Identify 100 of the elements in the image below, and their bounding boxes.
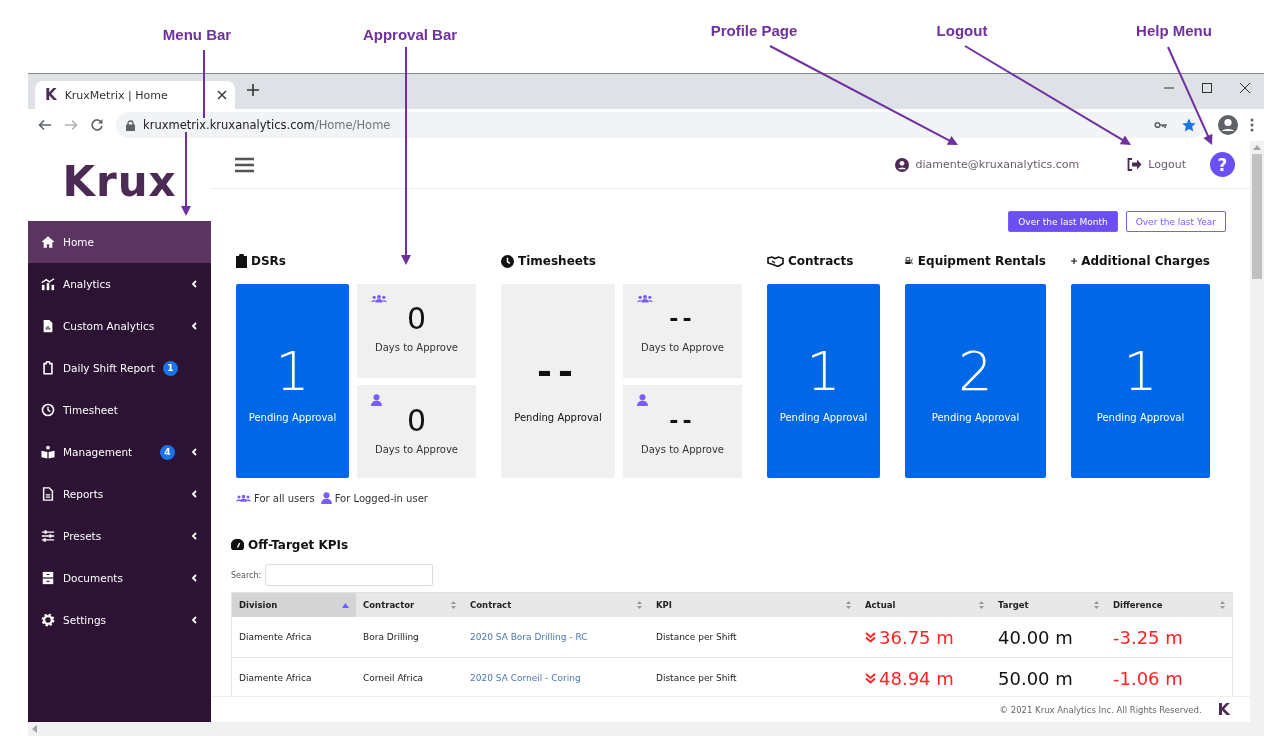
table-cell-text: Diamente Africa — [238, 673, 313, 683]
sidebar-item[interactable]: Reports — [28, 473, 211, 515]
column-header[interactable]: Difference — [1106, 593, 1232, 617]
card-label: Pending Approval — [1096, 412, 1185, 423]
app-logo: Krux — [62, 156, 177, 206]
section-title: Timesheets — [518, 254, 596, 268]
clipboard-icon — [236, 254, 247, 268]
chart-icon — [41, 277, 55, 291]
pending-count: 1 — [275, 342, 310, 402]
address-bar[interactable]: kruxmetrix.kruxanalytics.com/Home/Home — [116, 112, 1206, 138]
clipboard-icon — [41, 361, 55, 375]
users-icon — [236, 493, 251, 503]
home-icon — [41, 235, 55, 249]
legend-label: For Logged-in user — [334, 492, 428, 504]
section-title: Contracts — [788, 254, 854, 268]
profile-link[interactable]: diamente@kruxanalytics.com — [895, 157, 1080, 172]
user-circle-icon — [895, 157, 910, 172]
menu-icon[interactable] — [235, 156, 254, 173]
sidebar-item[interactable]: Presets — [28, 515, 211, 557]
period-button[interactable]: Over the last Month — [1008, 211, 1118, 232]
approval-card[interactable]: 1 Pending Approval — [236, 284, 349, 478]
period-button[interactable]: Over the last Year — [1125, 211, 1226, 232]
book-icon — [41, 445, 55, 459]
sidebar-item[interactable]: Management 4 — [28, 431, 211, 473]
sidebar-item[interactable]: Home — [28, 221, 211, 263]
actual-value: 36.75 m — [879, 626, 954, 648]
maximize-icon — [1202, 83, 1212, 93]
clock-icon — [501, 254, 514, 268]
sort-icon — [451, 601, 456, 609]
actual-value: 48.94 m — [879, 667, 954, 689]
approval-card[interactable]: 1 Pending Approval — [767, 284, 880, 478]
document-icon — [41, 319, 55, 333]
days-value: 0 — [406, 403, 427, 438]
sort-icon — [979, 601, 984, 609]
sidebar-item[interactable]: Documents — [28, 557, 211, 599]
approval-card[interactable]: 1 Pending Approval — [1071, 284, 1210, 478]
search-field[interactable] — [265, 564, 434, 586]
plus-icon — [1071, 255, 1078, 267]
sidebar-item[interactable]: Custom Analytics — [28, 305, 211, 347]
callout-label: Profile Page — [710, 21, 798, 39]
difference-value: -1.06 m — [1113, 667, 1183, 689]
sort-up-icon — [342, 602, 349, 608]
card-label: Days to Approve — [641, 342, 724, 353]
sort-icon — [637, 601, 642, 609]
pending-count: 1 — [806, 342, 841, 402]
card-label: Days to Approve — [641, 443, 724, 455]
star-icon — [1182, 118, 1196, 132]
help-button[interactable]: ? — [1210, 152, 1235, 177]
callout-label: Menu Bar — [162, 25, 232, 43]
days-value: 0 — [406, 302, 427, 336]
column-header[interactable]: Division — [232, 593, 356, 617]
scrollbar-thumb[interactable] — [1252, 154, 1262, 279]
sidebar-item[interactable]: Analytics — [28, 263, 211, 305]
approval-card[interactable]: 2 Pending Approval — [905, 284, 1046, 478]
favicon: K — [45, 86, 57, 104]
card-label: Days to Approve — [375, 443, 458, 455]
users-icon — [637, 293, 653, 304]
days-value: -- — [669, 305, 696, 333]
kebab-icon — [1250, 118, 1254, 132]
card-label: Pending Approval — [514, 412, 602, 423]
contract-link[interactable]: 2020 SA Corneil - Coring — [470, 673, 581, 683]
column-header[interactable]: Contractor — [356, 593, 463, 617]
sliders-icon — [41, 529, 55, 543]
settings-icon — [41, 613, 55, 627]
browser-tab[interactable]: K KruxMetrix | Home — [35, 81, 235, 109]
plus-icon — [247, 84, 259, 96]
card-label: Days to Approve — [375, 342, 458, 353]
clock-icon — [41, 403, 55, 417]
sidebar-item[interactable]: Settings — [28, 599, 211, 641]
contract-link[interactable]: 2020 SA Bora Drilling - RC — [470, 632, 588, 642]
tab-title: KruxMetrix | Home — [64, 88, 169, 102]
key-icon — [1154, 121, 1168, 129]
copyright-text: © 2021 Krux Analytics Inc. All Rights Reserved. — [999, 704, 1202, 715]
user-icon — [320, 492, 332, 504]
table-cell-text: Diamente Africa — [238, 632, 313, 642]
column-header[interactable]: Actual — [858, 593, 991, 617]
gauge-icon — [231, 539, 244, 551]
cabinet-icon — [41, 571, 55, 585]
lock-icon — [126, 119, 135, 131]
logout-link[interactable]: Logout — [1127, 158, 1186, 171]
column-header[interactable]: KPI — [649, 593, 858, 617]
sidebar-item[interactable]: Daily Shift Report 1 — [28, 347, 211, 389]
approval-card[interactable]: -- Pending Approval — [501, 284, 615, 478]
scroll-left-icon — [32, 725, 37, 733]
sidebar-item[interactable]: Timesheet — [28, 389, 211, 431]
section-title: Additional Charges — [1081, 254, 1210, 268]
days-value: -- — [669, 406, 696, 435]
pending-count: 1 — [1123, 342, 1158, 402]
column-header[interactable]: Contract — [463, 593, 649, 617]
table-cell-text: Bora Drilling — [362, 632, 420, 642]
section-title: DSRs — [251, 254, 286, 268]
users-icon — [371, 293, 387, 304]
card-label: Pending Approval — [931, 412, 1020, 423]
column-header[interactable]: Target — [991, 593, 1106, 617]
sort-icon — [1220, 601, 1225, 609]
account-icon — [1218, 115, 1238, 135]
table-cell-text: Corneil Africa — [362, 673, 425, 683]
pending-count: -- — [537, 350, 579, 394]
user-icon — [371, 393, 382, 406]
section-title: Equipment Rentals — [917, 254, 1046, 268]
